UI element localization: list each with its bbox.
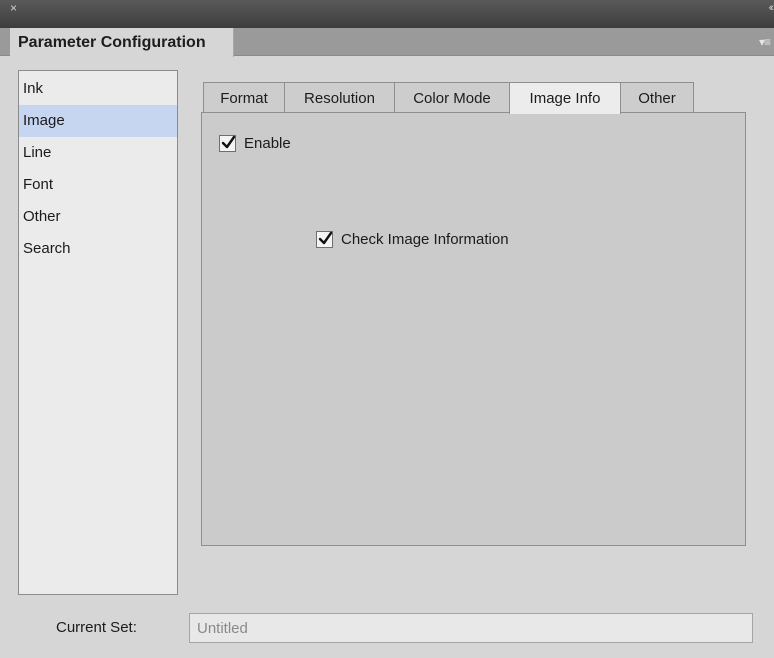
tab-other[interactable]: Other — [620, 82, 694, 113]
window-titlebar: × ‹‹ — [0, 0, 774, 28]
check-image-info-label: Check Image Information — [341, 231, 509, 248]
enable-label: Enable — [244, 135, 291, 152]
collapse-panel-icon[interactable]: ‹‹ — [769, 1, 774, 15]
close-icon[interactable]: × — [10, 1, 17, 15]
tab-resolution[interactable]: Resolution — [284, 82, 395, 113]
checkmark-icon — [221, 135, 236, 149]
panel-tab-parameter-configuration[interactable]: Parameter Configuration — [10, 28, 234, 57]
category-item-font[interactable]: Font — [19, 169, 177, 201]
tab-color-mode[interactable]: Color Mode — [394, 82, 510, 113]
category-item-other[interactable]: Other — [19, 201, 177, 233]
panel-tab-strip: Parameter Configuration ▾≡ — [0, 28, 774, 57]
category-item-line[interactable]: Line — [19, 137, 177, 169]
panel-menu-icon[interactable]: ▾≡ — [759, 35, 771, 49]
current-set-input[interactable] — [189, 613, 753, 643]
current-set-label: Current Set: — [56, 619, 137, 636]
category-list: Ink Image Line Font Other Search — [18, 70, 178, 595]
category-item-image[interactable]: Image — [19, 105, 177, 137]
category-item-search[interactable]: Search — [19, 233, 177, 265]
enable-checkbox[interactable] — [219, 135, 236, 152]
category-item-ink[interactable]: Ink — [19, 73, 177, 105]
check-image-info-option[interactable]: Check Image Information — [316, 231, 509, 248]
checkmark-icon — [318, 231, 333, 245]
tab-content-panel: Enable Check Image Information — [201, 112, 746, 546]
check-image-info-checkbox[interactable] — [316, 231, 333, 248]
tab-image-info[interactable]: Image Info — [509, 82, 621, 114]
enable-option[interactable]: Enable — [219, 135, 291, 152]
tab-format[interactable]: Format — [203, 82, 285, 113]
